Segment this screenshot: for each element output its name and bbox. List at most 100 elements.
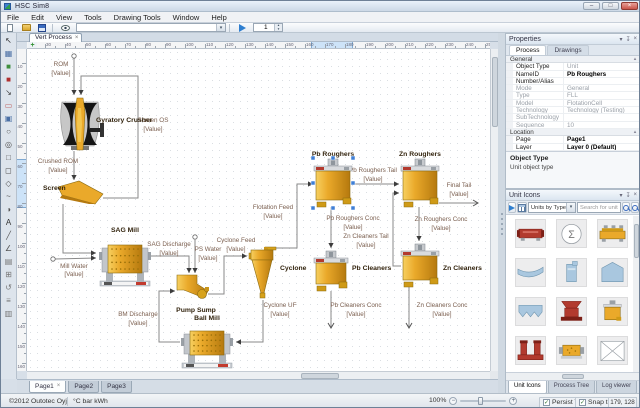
run-button[interactable] <box>235 23 249 32</box>
ellipse-tool[interactable]: ◎ <box>2 138 15 151</box>
selection-handle[interactable] <box>350 155 356 161</box>
property-value-sequence[interactable]: 10 <box>564 122 639 128</box>
table-tool[interactable]: ▤ <box>2 255 15 268</box>
stream-pb-roughers-tail[interactable]: Pb Roughers Tail [Value] <box>349 167 399 187</box>
open-button[interactable] <box>19 23 33 32</box>
stream-pb-cleaners-conc[interactable]: Pb Cleaners Conc [Value] <box>327 291 382 329</box>
unit-icon-flotation-bank[interactable] <box>597 219 628 248</box>
model-combobox[interactable]: ▾ <box>76 23 226 32</box>
select-tool[interactable]: ↖ <box>2 34 15 47</box>
selection-handle[interactable] <box>310 155 316 161</box>
zoom-out-button[interactable]: − <box>449 396 458 405</box>
flowsheet-unit-pb-roughers[interactable] <box>313 158 353 208</box>
rounded-rectangle-tool[interactable]: ◻ <box>2 164 15 177</box>
pin-icon[interactable]: ↧ <box>625 192 630 199</box>
view-mode-button[interactable] <box>517 202 527 213</box>
unit-icons-panel-header[interactable]: Unit Icons ▾ ↧ × <box>506 190 639 201</box>
stream-source-icon[interactable] <box>192 234 198 240</box>
page-tab-page1[interactable]: Page1 × <box>29 381 67 393</box>
property-value-nameid[interactable]: Pb Roughers <box>564 71 639 77</box>
unit-icon-column-cell[interactable] <box>556 258 587 287</box>
properties-section-general[interactable]: General ▴ <box>506 56 639 64</box>
flowsheet-diagram[interactable]: ROM[Value]Screen OS[Value]Crushed ROM[Va… <box>27 49 490 371</box>
stream-crushed-rom[interactable]: Crushed ROM [Value] <box>38 151 78 180</box>
label-tool[interactable]: ▣ <box>2 112 15 125</box>
text-tool[interactable]: A <box>2 216 15 229</box>
property-value-model[interactable]: FlotationCell <box>564 100 639 106</box>
collapse-icon[interactable]: ▴ <box>630 56 639 62</box>
stream-cyclone-uf[interactable]: Cyclone UF [Value] <box>236 300 297 345</box>
menu-item-edit[interactable]: Edit <box>25 12 50 23</box>
property-value-subtechnology[interactable] <box>564 114 639 120</box>
selection-handle[interactable] <box>350 205 356 211</box>
panel-menu-icon[interactable]: ▾ <box>619 192 622 199</box>
flowsheet-unit-sag-mill[interactable] <box>99 244 151 287</box>
properties-tab-process[interactable]: Process <box>509 45 547 55</box>
stream-bm-discharge[interactable]: BM Discharge [Value] <box>118 288 180 343</box>
flowsheet-unit-zn-cleaners[interactable] <box>400 243 440 288</box>
icon-grid-scrollbar[interactable] <box>633 216 639 372</box>
flowsheet-unit-gyratory-crusher[interactable] <box>60 97 104 151</box>
align-tool[interactable]: ≡ <box>2 294 15 307</box>
menu-item-help[interactable]: Help <box>205 12 232 23</box>
apply-button[interactable] <box>508 202 516 213</box>
flowsheet-unit-zn-roughers[interactable] <box>400 158 440 208</box>
close-tab-icon[interactable]: × <box>75 34 79 42</box>
stream-rom[interactable]: ROM [Value] <box>51 53 77 95</box>
unit-icon-crusher[interactable] <box>556 297 587 326</box>
erase-tool[interactable]: ▭ <box>2 99 15 112</box>
property-value-number-alias[interactable] <box>564 78 639 84</box>
zoom-slider[interactable] <box>460 396 507 405</box>
unit-icon-mill-stand[interactable] <box>515 336 546 365</box>
property-value-mode[interactable]: General <box>564 85 639 91</box>
scrollbar-thumb[interactable] <box>562 374 584 379</box>
panel-close-icon[interactable]: × <box>633 192 637 199</box>
properties-panel-header[interactable]: Properties ▾ ↧ × <box>506 34 639 45</box>
property-value-layer[interactable]: Layer 0 (Default) <box>564 144 639 150</box>
properties-tab-drawings[interactable]: Drawings <box>547 45 589 55</box>
panel-splitter[interactable] <box>498 33 505 393</box>
property-value-type[interactable]: FLL <box>564 92 639 98</box>
property-value-technology[interactable]: Technology (Testing) <box>564 107 639 113</box>
insert-stream-tool[interactable]: ■ <box>2 73 15 86</box>
iterations-spinner[interactable]: 1 ▴ ▾ <box>253 23 283 32</box>
close-button[interactable]: × <box>621 2 638 10</box>
units-filter-dropdown[interactable]: Units by Type ▾ <box>528 202 577 213</box>
stream-mill-water[interactable]: Mill Water[Value] <box>50 255 97 278</box>
page-tab-page3[interactable]: Page3 <box>101 381 132 393</box>
menu-item-view[interactable]: View <box>50 12 78 23</box>
zoom-slider-thumb[interactable] <box>478 396 484 405</box>
maximize-button[interactable]: □ <box>602 2 619 10</box>
collapse-icon[interactable]: ▴ <box>630 129 639 135</box>
icon-grid-horizontal-scrollbar[interactable] <box>506 373 639 381</box>
stream-sag-discharge[interactable]: SAG Discharge [Value] <box>147 241 192 273</box>
scrollbar-thumb[interactable] <box>633 224 639 258</box>
pages-tool[interactable]: ▦ <box>2 47 15 60</box>
flowsheet-unit-pump-sump[interactable] <box>176 274 209 299</box>
minimize-button[interactable]: – <box>583 2 600 10</box>
menu-item-drawing-tools[interactable]: Drawing Tools <box>108 12 167 23</box>
canvas-vertical-scrollbar[interactable] <box>490 49 498 371</box>
panel-close-icon[interactable]: × <box>633 36 637 43</box>
unit-icon-ball-mill[interactable] <box>556 336 587 365</box>
ruler-plus-icon[interactable]: + <box>28 42 37 48</box>
stream-zn-cleaners-conc[interactable]: Zn Cleaners Conc [Value] <box>405 287 467 329</box>
zoom-in-button[interactable]: + <box>509 396 518 405</box>
rectangle-tool[interactable]: □ <box>2 151 15 164</box>
unit-search-input[interactable] <box>577 202 622 213</box>
tab-vert-process[interactable]: Vert Process × <box>29 33 83 42</box>
view-button[interactable] <box>58 23 72 32</box>
connect-tool[interactable]: ↘ <box>2 86 15 99</box>
search-options-button[interactable] <box>631 202 639 213</box>
flowsheet-unit-cyclone[interactable] <box>248 246 277 299</box>
canvas-horizontal-scrollbar[interactable] <box>27 371 490 379</box>
unit-icon-lamella[interactable] <box>515 297 546 326</box>
unit-icon-flotation-cell[interactable] <box>597 297 628 326</box>
flowsheet-canvas[interactable]: ROM [Value] Screen OS [Value] Crushed ROM [Va… <box>27 49 490 371</box>
stream-source-icon[interactable] <box>71 53 77 59</box>
menu-item-window[interactable]: Window <box>167 12 206 23</box>
spinner-arrows-icon[interactable]: ▴ ▾ <box>274 23 282 31</box>
menu-item-file[interactable]: File <box>1 12 25 23</box>
unit-icon-generic-unit[interactable] <box>597 336 628 365</box>
angle-tool[interactable]: ∠ <box>2 242 15 255</box>
